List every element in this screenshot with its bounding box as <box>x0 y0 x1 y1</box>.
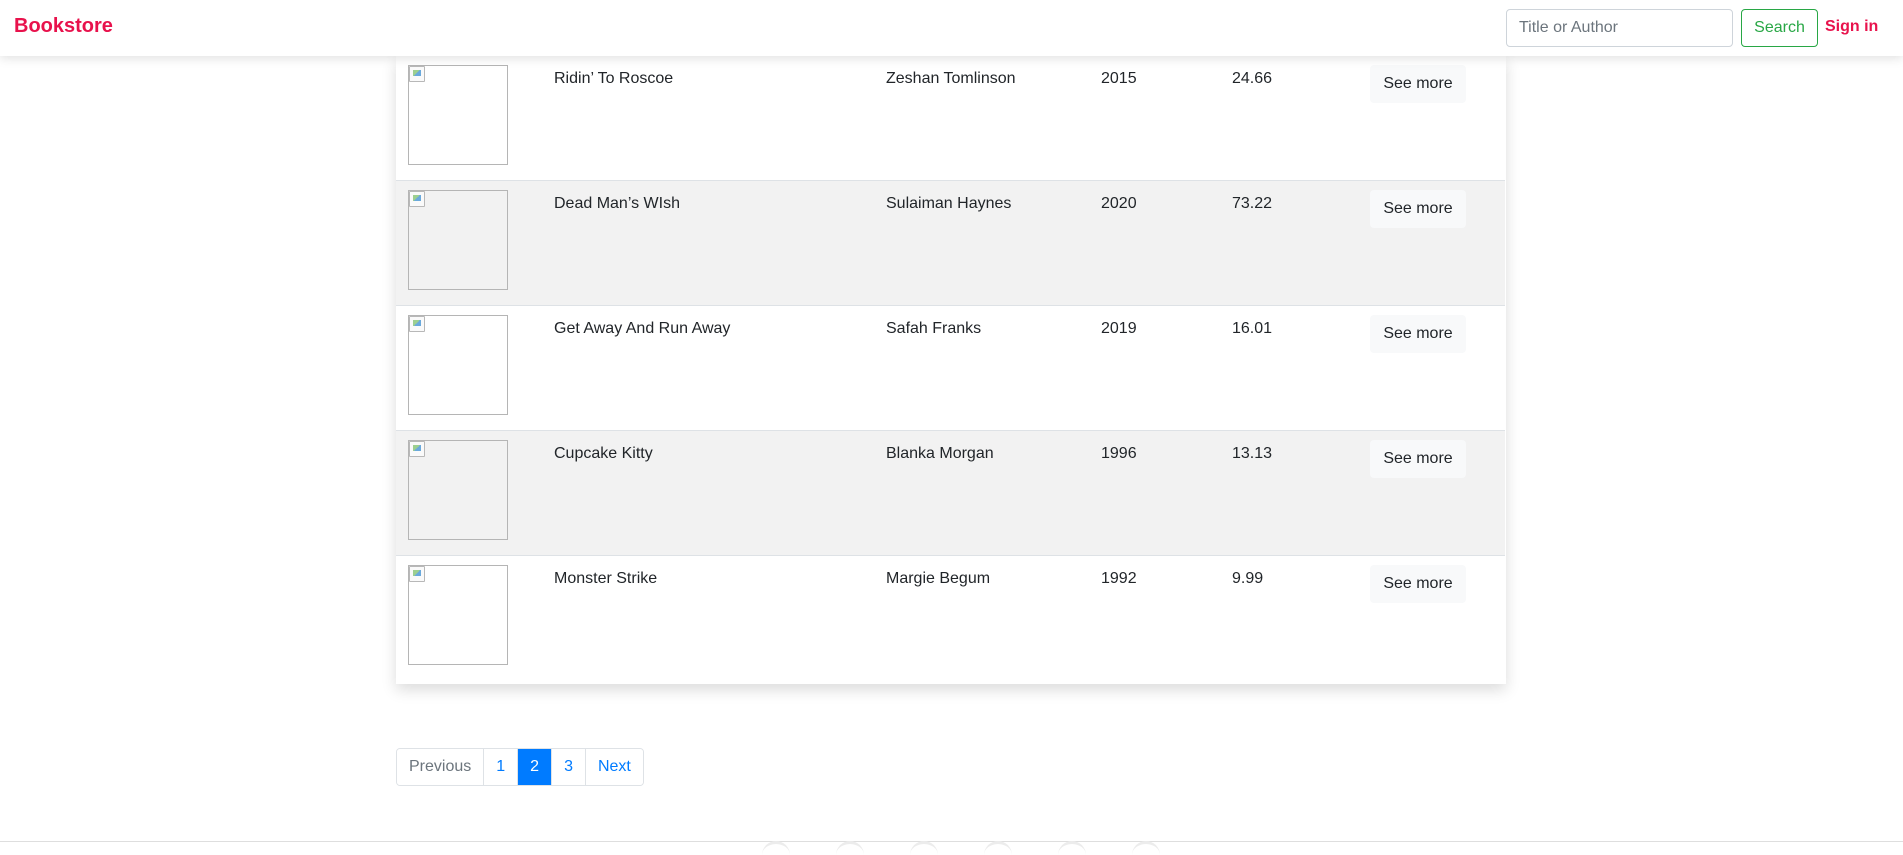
book-price: 24.66 <box>1232 70 1273 87</box>
book-cover-image <box>408 65 508 165</box>
broken-image-icon <box>409 191 425 207</box>
book-year: 2020 <box>1101 195 1137 212</box>
book-price: 13.13 <box>1232 445 1273 462</box>
broken-image-icon <box>409 566 425 582</box>
footer-decoration <box>1132 841 1160 855</box>
pagination-page-1[interactable]: 1 <box>484 749 519 785</box>
broken-image-icon <box>409 66 425 82</box>
pagination-next[interactable]: Next <box>585 749 643 785</box>
table-row: Get Away And Run Away Safah Franks 2019 … <box>396 306 1505 431</box>
book-cover-image <box>408 190 508 290</box>
pagination: Previous 1 2 3 Next <box>396 748 644 786</box>
book-table: Ridin’ To Roscoe Zeshan Tomlinson 2015 2… <box>396 56 1506 684</box>
table-row: Ridin’ To Roscoe Zeshan Tomlinson 2015 2… <box>396 56 1505 181</box>
footer-decoration <box>910 841 938 855</box>
book-year: 1996 <box>1101 445 1137 462</box>
brand-link[interactable]: Bookstore <box>14 15 113 38</box>
navbar: Bookstore Search Sign in <box>0 0 1903 56</box>
book-title: Cupcake Kitty <box>554 445 653 462</box>
footer-decoration <box>984 841 1012 855</box>
table-row: Monster Strike Margie Begum 1992 9.99 Se… <box>396 556 1505 681</box>
table-row: Dead Man’s WIsh Sulaiman Haynes 2020 73.… <box>396 181 1505 306</box>
table-row: Cupcake Kitty Blanka Morgan 1996 13.13 S… <box>396 431 1505 556</box>
broken-image-icon <box>409 441 425 457</box>
see-more-button[interactable]: See more <box>1370 440 1466 478</box>
see-more-button[interactable]: See more <box>1370 65 1466 103</box>
see-more-button[interactable]: See more <box>1370 565 1466 603</box>
book-price: 16.01 <box>1232 320 1273 337</box>
footer-decoration <box>1058 841 1086 855</box>
book-title: Get Away And Run Away <box>554 320 731 337</box>
see-more-button[interactable]: See more <box>1370 315 1466 353</box>
pagination-previous[interactable]: Previous <box>397 749 485 785</box>
sign-in-link[interactable]: Sign in <box>1825 18 1878 36</box>
book-title: Ridin’ To Roscoe <box>554 70 674 87</box>
book-cover-image <box>408 440 508 540</box>
book-author: Margie Begum <box>886 570 991 587</box>
pagination-page-3[interactable]: 3 <box>552 749 586 785</box>
search-input[interactable] <box>1506 9 1733 47</box>
book-author: Zeshan Tomlinson <box>886 70 1016 87</box>
broken-image-icon <box>409 316 425 332</box>
book-year: 1992 <box>1101 570 1137 587</box>
book-title: Dead Man’s WIsh <box>554 195 680 212</box>
pagination-page-2[interactable]: 2 <box>518 749 553 785</box>
footer-decoration <box>762 841 790 855</box>
book-author: Safah Franks <box>886 320 982 337</box>
see-more-button[interactable]: See more <box>1370 190 1466 228</box>
book-cover-image <box>408 565 508 665</box>
book-price: 9.99 <box>1232 570 1264 587</box>
book-author: Blanka Morgan <box>886 445 994 462</box>
book-year: 2015 <box>1101 70 1137 87</box>
book-price: 73.22 <box>1232 195 1273 212</box>
footer-decoration <box>836 841 864 855</box>
book-cover-image <box>408 315 508 415</box>
book-author: Sulaiman Haynes <box>886 195 1012 212</box>
book-title: Monster Strike <box>554 570 658 587</box>
footer-divider <box>0 841 1903 842</box>
book-year: 2019 <box>1101 320 1137 337</box>
search-button[interactable]: Search <box>1741 9 1818 47</box>
